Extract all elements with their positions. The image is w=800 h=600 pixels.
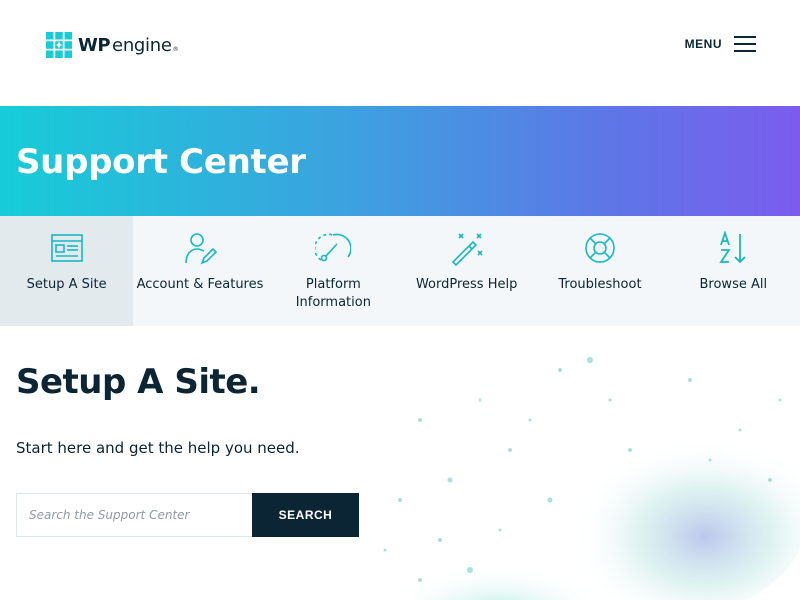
category-label: Troubleshoot bbox=[558, 277, 642, 292]
lifebuoy-icon bbox=[585, 233, 615, 263]
menu-button[interactable]: MENU bbox=[685, 36, 756, 52]
category-label: Platform Information bbox=[295, 277, 371, 310]
category-browse-all[interactable]: Browse All bbox=[667, 216, 800, 326]
category-label: Browse All bbox=[699, 277, 768, 292]
category-account-features[interactable]: Account & Features bbox=[133, 216, 266, 326]
section-title: Setup A Site. bbox=[16, 362, 261, 402]
category-setup-a-site[interactable]: Setup A Site bbox=[0, 216, 134, 326]
category-label: Account & Features bbox=[136, 277, 264, 292]
logo-text-wp: WP bbox=[78, 34, 111, 56]
category-label: Setup A Site bbox=[26, 277, 107, 292]
hero-banner: Support Center bbox=[0, 106, 800, 216]
category-troubleshoot[interactable]: Troubleshoot bbox=[533, 216, 666, 326]
decorative-splash-image bbox=[383, 357, 800, 600]
support-search-form: SEARCH bbox=[16, 493, 359, 537]
category-nav: Setup A Site Account & Features Platform… bbox=[0, 216, 800, 326]
category-platform-information[interactable]: Platform Information bbox=[267, 216, 400, 326]
gauge-icon bbox=[315, 233, 352, 262]
hamburger-icon bbox=[734, 36, 756, 52]
category-wordpress-help[interactable]: WordPress Help bbox=[400, 216, 533, 326]
user-edit-icon bbox=[185, 233, 218, 265]
logo-registered-mark: ® bbox=[172, 45, 179, 53]
browser-window-icon bbox=[50, 234, 83, 262]
category-label: WordPress Help bbox=[415, 277, 518, 292]
section-subtitle: Start here and get the help you need. bbox=[16, 439, 300, 457]
logo-text-engine: engine bbox=[112, 34, 172, 56]
menu-label: MENU bbox=[684, 37, 722, 51]
sort-az-icon bbox=[719, 230, 746, 264]
page-title: Support Center bbox=[16, 142, 306, 182]
search-input[interactable] bbox=[16, 493, 252, 537]
site-header: WP engine ® MENU bbox=[0, 0, 800, 106]
magic-wand-icon bbox=[451, 233, 483, 266]
wpengine-logo[interactable]: WP engine ® bbox=[46, 31, 179, 59]
search-button[interactable]: SEARCH bbox=[252, 493, 359, 537]
wpengine-logo-icon bbox=[46, 32, 72, 58]
